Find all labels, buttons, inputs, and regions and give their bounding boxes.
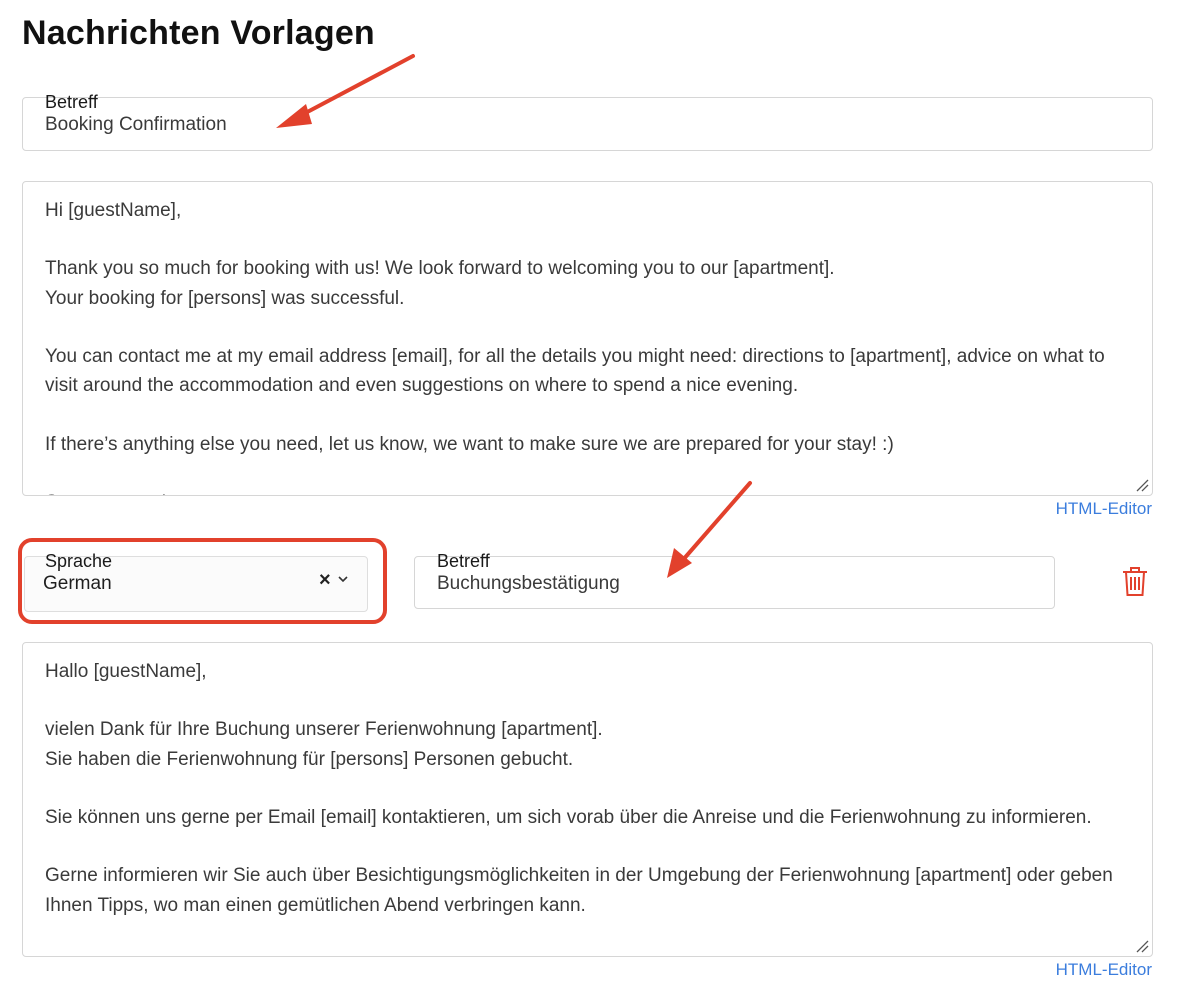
close-icon[interactable]: × [319, 569, 331, 592]
translation-body-textarea[interactable]: Hallo [guestName], vielen Dank für Ihre … [22, 642, 1153, 957]
default-body-textarea[interactable]: Hi [guestName], Thank you so much for bo… [22, 181, 1153, 496]
translation-body-text[interactable]: Hallo [guestName], vielen Dank für Ihre … [45, 657, 1122, 920]
trash-icon[interactable] [1121, 565, 1149, 597]
page-title: Nachrichten Vorlagen [22, 14, 375, 52]
translation-subject-label: Betreff [437, 551, 490, 571]
translation-subject-field[interactable]: Betreff Buchungsbestätigung [414, 551, 1055, 609]
translation-subject-value[interactable]: Buchungsbestätigung [437, 573, 620, 595]
default-subject-field[interactable]: Betreff Booking Confirmation [22, 92, 1153, 151]
default-subject-value[interactable]: Booking Confirmation [45, 114, 227, 136]
message-templates-page: Nachrichten Vorlagen Betreff Booking Con… [0, 0, 1180, 998]
default-subject-label: Betreff [45, 92, 98, 112]
language-label: Sprache [45, 551, 113, 571]
resize-handle-icon[interactable] [1135, 939, 1149, 953]
default-body-text[interactable]: Hi [guestName], Thank you so much for bo… [45, 196, 1122, 495]
default-html-editor-link[interactable]: HTML-Editor [1056, 499, 1152, 519]
language-select[interactable]: Sprache German × [24, 551, 368, 612]
translation-html-editor-link[interactable]: HTML-Editor [1056, 960, 1152, 980]
chevron-down-icon[interactable] [337, 573, 349, 585]
language-value: German [43, 573, 112, 594]
resize-handle-icon[interactable] [1135, 478, 1149, 492]
